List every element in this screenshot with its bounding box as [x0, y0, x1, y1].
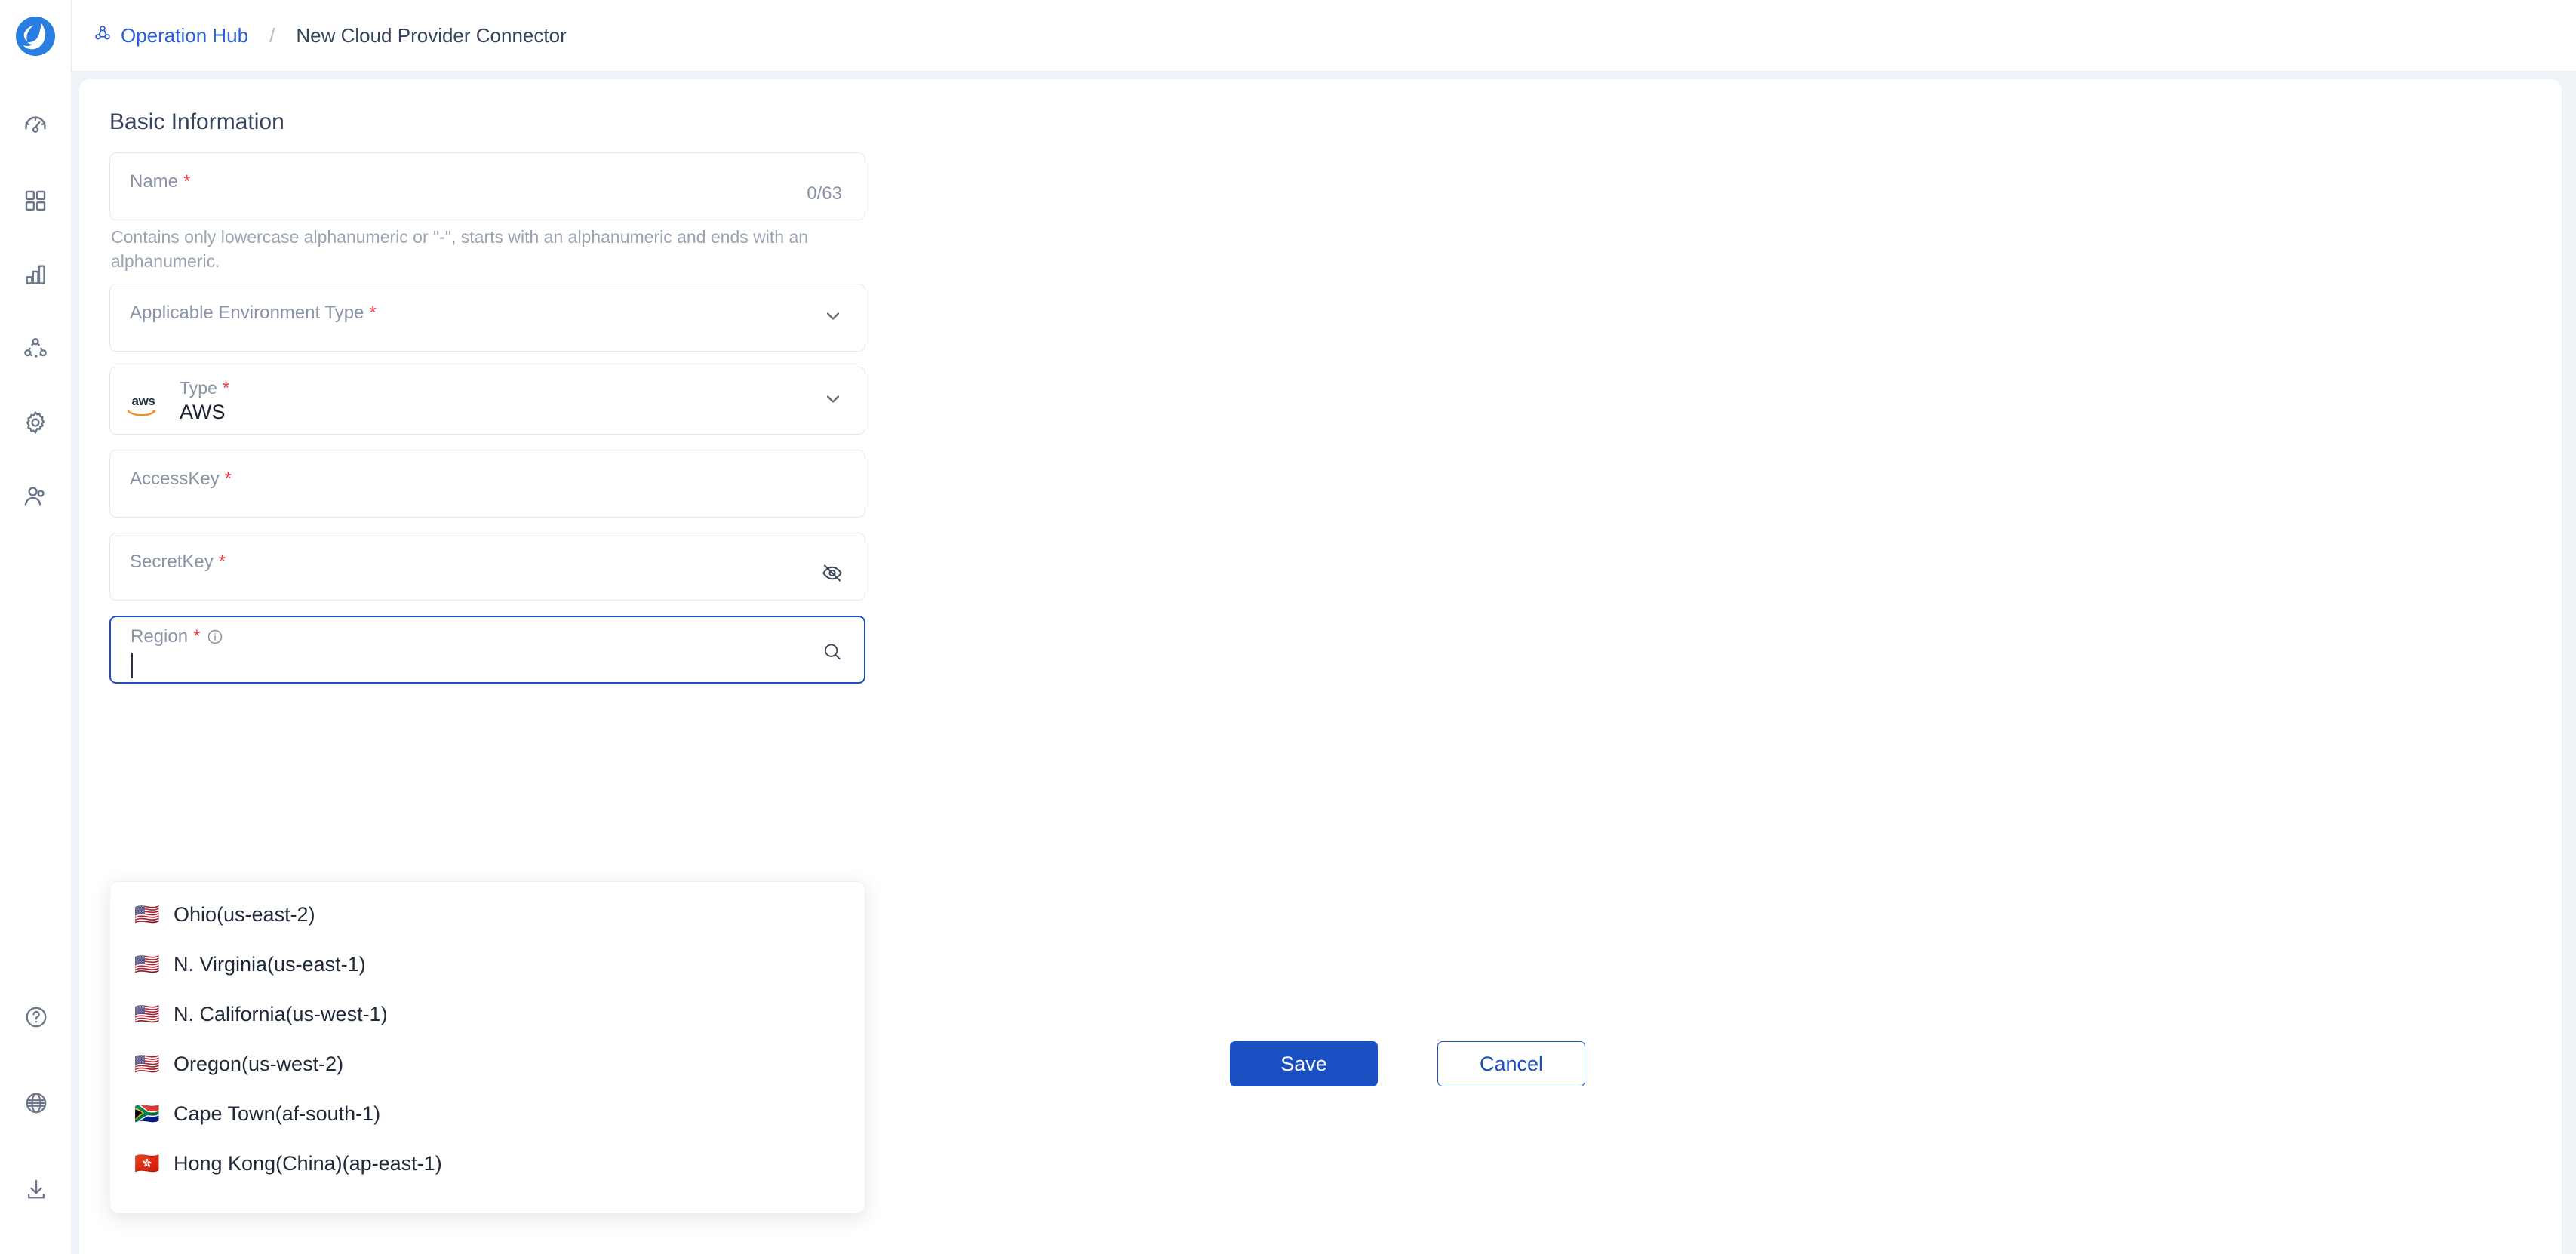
sidebar-item-dashboard[interactable] — [14, 106, 57, 148]
required-asterisk: * — [224, 469, 232, 490]
list-item[interactable]: 🇺🇸 Ohio(us-east-2) — [110, 890, 865, 939]
access-key-label-text: AccessKey — [130, 469, 220, 490]
list-item[interactable]: 🇺🇸 N. California(us-west-1) — [110, 989, 865, 1039]
text-caret — [131, 653, 133, 679]
required-asterisk: * — [369, 303, 377, 324]
region-label-text: Region — [131, 626, 189, 647]
required-asterisk: * — [222, 377, 230, 398]
sidebar-item-monitoring[interactable] — [14, 254, 57, 296]
region-label: Region * — [131, 626, 223, 647]
help-circle-icon — [24, 1005, 48, 1029]
eye-off-icon[interactable] — [821, 562, 844, 589]
name-field-label: Name * — [130, 171, 190, 192]
sidebar-item-apps[interactable] — [14, 180, 57, 222]
required-asterisk: * — [193, 626, 201, 647]
za-flag-icon: 🇿🇦 — [134, 1102, 160, 1125]
region-option-label: Cape Town(af-south-1) — [174, 1102, 381, 1125]
provider-type-select[interactable]: aws Type * AWS — [109, 367, 865, 435]
chevron-down-icon[interactable] — [822, 389, 844, 413]
app-root: Operation Hub / New Cloud Provider Conne… — [0, 0, 2576, 1254]
provider-type-label-text: Type — [180, 378, 217, 398]
sidebar-item-download[interactable] — [15, 1168, 57, 1210]
users-icon — [23, 484, 48, 509]
basic-information-form: Name * 0/63 Contains only lowercase alph… — [109, 152, 865, 699]
required-asterisk: * — [218, 552, 226, 573]
gear-icon — [23, 410, 48, 435]
sidebar-item-users[interactable] — [14, 475, 57, 518]
search-icon[interactable] — [822, 641, 843, 665]
save-button[interactable]: Save — [1230, 1041, 1378, 1086]
aws-logo-text: aws — [131, 394, 155, 409]
provider-type-value: AWS — [180, 401, 226, 424]
region-option-label: N. California(us-west-1) — [174, 1002, 388, 1025]
dashboard-icon — [23, 114, 48, 140]
region-dropdown-list[interactable]: 🇺🇸 Ohio(us-east-2) 🇺🇸 N. Virginia(us-eas… — [109, 881, 865, 1213]
apps-grid-icon — [23, 189, 48, 213]
region-field[interactable]: Region * — [109, 616, 865, 684]
page-title: Basic Information — [109, 109, 284, 134]
breadcrumb-separator: / — [269, 23, 275, 47]
name-field[interactable]: Name * 0/63 — [109, 152, 865, 220]
info-circle-icon[interactable] — [207, 629, 223, 645]
us-flag-icon: 🇺🇸 — [134, 903, 160, 926]
topology-icon — [23, 336, 48, 361]
aws-logo-icon: aws — [127, 395, 160, 418]
us-flag-icon: 🇺🇸 — [134, 1003, 160, 1025]
chevron-down-icon[interactable] — [822, 306, 844, 330]
sidebar-item-help[interactable] — [15, 996, 57, 1038]
region-option-label: Hong Kong(China)(ap-east-1) — [174, 1151, 442, 1175]
name-helper-text: Contains only lowercase alphanumeric or … — [111, 227, 809, 271]
sidebar-rail — [0, 0, 72, 1254]
region-option-label: Oregon(us-west-2) — [174, 1052, 344, 1075]
list-item[interactable]: 🇿🇦 Cape Town(af-south-1) — [110, 1089, 865, 1139]
sidebar-item-settings[interactable] — [14, 401, 57, 444]
breadcrumb-current: New Cloud Provider Connector — [296, 23, 567, 47]
breadcrumb-parent-label: Operation Hub — [121, 23, 249, 47]
environment-type-select[interactable]: Applicable Environment Type * — [109, 284, 865, 352]
breadcrumb-parent-link[interactable]: Operation Hub — [93, 23, 248, 48]
cancel-button[interactable]: Cancel — [1437, 1041, 1585, 1086]
download-icon — [24, 1177, 48, 1201]
bar-chart-icon — [23, 263, 48, 287]
secret-key-label: SecretKey * — [130, 552, 226, 573]
access-key-field[interactable]: AccessKey * — [109, 450, 865, 518]
form-card: Basic Information Name * 0/63 Contains o… — [79, 79, 2562, 1254]
list-item[interactable]: 🇺🇸 Oregon(us-west-2) — [110, 1039, 865, 1089]
name-char-counter: 0/63 — [807, 183, 842, 204]
secret-key-field[interactable]: SecretKey * — [109, 533, 865, 601]
sidebar-top-group — [14, 106, 57, 518]
globe-icon — [24, 1091, 48, 1115]
list-item[interactable]: 🇺🇸 N. Virginia(us-east-1) — [110, 939, 865, 989]
environment-type-label-text: Applicable Environment Type — [130, 303, 364, 324]
provider-type-label: Type * — [180, 378, 229, 398]
us-flag-icon: 🇺🇸 — [134, 953, 160, 976]
access-key-label: AccessKey * — [130, 469, 232, 490]
sidebar-item-topology[interactable] — [14, 327, 57, 370]
environment-type-label: Applicable Environment Type * — [130, 303, 377, 324]
cluster-nodes-icon — [93, 23, 112, 48]
form-actions: Save Cancel — [1230, 1041, 1585, 1086]
secret-key-label-text: SecretKey — [130, 552, 214, 573]
hk-flag-icon: 🇭🇰 — [134, 1152, 160, 1175]
region-option-label: N. Virginia(us-east-1) — [174, 952, 366, 976]
sidebar-item-language[interactable] — [15, 1082, 57, 1124]
list-item[interactable]: 🇭🇰 Hong Kong(China)(ap-east-1) — [110, 1139, 865, 1188]
kubesphere-logo[interactable] — [0, 0, 72, 72]
sidebar-bottom-group — [0, 996, 72, 1210]
top-bar: Operation Hub / New Cloud Provider Conne… — [72, 0, 2576, 72]
us-flag-icon: 🇺🇸 — [134, 1053, 160, 1075]
name-label-text: Name — [130, 171, 179, 192]
region-option-label: Ohio(us-east-2) — [174, 902, 315, 926]
required-asterisk: * — [183, 171, 191, 192]
